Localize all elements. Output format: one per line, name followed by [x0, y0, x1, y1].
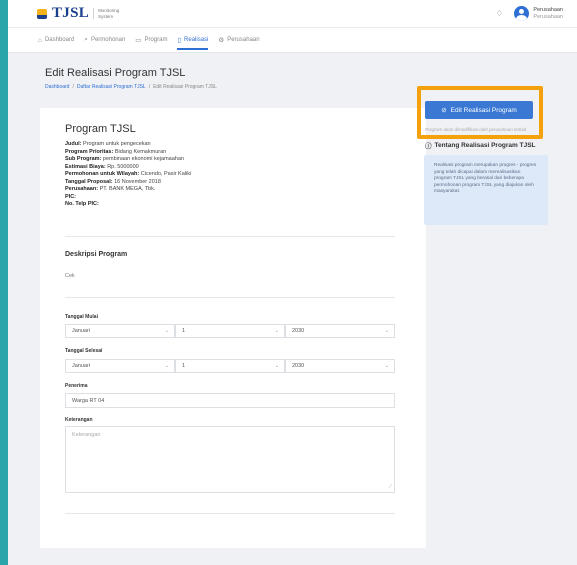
receiver-value: Warga RT 04: [72, 397, 105, 404]
nav-label: Program: [144, 37, 168, 43]
nav-dashboard[interactable]: ⌂ Dashboard: [33, 28, 79, 53]
chevron-down-icon: ⌄: [274, 363, 279, 369]
chevron-down-icon: ⌄: [164, 363, 169, 369]
divider: [65, 297, 395, 298]
end-day-select[interactable]: 1 ⌄: [175, 359, 285, 373]
breadcrumb-dashboard[interactable]: Dashboard: [45, 84, 69, 90]
detail-sub-program: Sub Program: pembinaan ekonomi kejamaaha…: [65, 156, 184, 162]
note-textarea[interactable]: Keterangan ⟋: [65, 426, 395, 493]
start-day-select[interactable]: 1 ⌄: [175, 324, 285, 338]
nav-label: Dashboard: [44, 37, 75, 43]
description-text: Cek: [65, 273, 75, 279]
nav-realisasi[interactable]: ▯ Realisasi: [172, 28, 213, 53]
main-nav: ⌂ Dashboard ⌕ Permohonan ▭ Program ▯ Rea…: [8, 28, 577, 53]
end-date-label: Tanggal Selesai: [65, 348, 103, 354]
divider: [65, 513, 395, 514]
end-day-value: 1: [182, 363, 186, 369]
settings-icon: ⚙: [218, 37, 225, 44]
breadcrumb-separator: /: [72, 84, 74, 90]
nav-label: Permohonan: [90, 37, 126, 43]
resize-handle-icon[interactable]: ⟋: [388, 484, 392, 490]
receiver-input[interactable]: Warga RT 04: [65, 393, 395, 408]
chevron-down-icon: ⌄: [384, 328, 389, 334]
folder-icon: ▭: [135, 37, 142, 44]
about-title: ⓘ Tentang Realisasi Program TJSL: [425, 140, 536, 151]
app-window: TJSL Monitoring System ♢ Perusahaan Peru…: [8, 0, 577, 565]
breadcrumb-current: Edit Realisasi Program TJSL: [153, 84, 217, 90]
nav-perusahaan[interactable]: ⚙ Perusahaan: [213, 28, 264, 53]
detail-estimasi-biaya: Estimasi Biaya: Rp. 5000000: [65, 163, 139, 170]
brand-subtitle: Monitoring System: [93, 8, 123, 19]
program-details: Judul: Program untuk pengecekan Program …: [65, 141, 191, 209]
chevron-down-icon: ⌄: [384, 363, 389, 369]
detail-pic: PIC:: [65, 193, 77, 200]
check-circle-icon: ⊘: [441, 107, 447, 114]
breadcrumb-daftar-realisasi[interactable]: Daftar Realisasi Program TJSL: [77, 84, 146, 90]
document-icon: ▯: [177, 37, 182, 44]
about-title-text: Tentang Realisasi Program TJSL: [434, 141, 536, 149]
divider: [65, 236, 395, 237]
start-month-select[interactable]: Januari ⌄: [65, 324, 175, 338]
bell-icon[interactable]: ♢: [494, 9, 504, 19]
detail-tanggal-proposal: Tanggal Proposal: 16 November 2018: [65, 178, 161, 185]
nav-program[interactable]: ▭ Program: [130, 28, 172, 53]
detail-wilayah: Permohonan untuk Wilayah: Cicendo, Pasir…: [65, 171, 192, 177]
end-month-select[interactable]: Januari ⌄: [65, 359, 175, 373]
logo-icon: [36, 8, 48, 20]
edit-realisasi-button[interactable]: ⊘ Edit Realisasi Program: [425, 101, 533, 119]
end-year-value: 2030: [292, 363, 305, 369]
start-year-select[interactable]: 2030 ⌄: [285, 324, 395, 338]
note-label: Keterangan: [65, 417, 93, 423]
brand-name: TJSL: [52, 5, 90, 21]
chevron-down-icon: ⌄: [274, 328, 279, 334]
top-header: TJSL Monitoring System ♢ Perusahaan Peru…: [8, 0, 577, 28]
chevron-down-icon: ⌄: [164, 328, 169, 334]
start-year-value: 2030: [292, 328, 305, 334]
note-placeholder: Keterangan: [72, 432, 101, 438]
home-icon: ⌂: [38, 36, 42, 44]
end-year-select[interactable]: 2030 ⌄: [285, 359, 395, 373]
nav-label: Perusahaan: [227, 37, 260, 43]
edit-button-label: Edit Realisasi Program: [450, 106, 517, 114]
paperclip-icon: ⌕: [84, 36, 88, 43]
program-card: Program TJSL Judul: Program untuk pengec…: [40, 108, 426, 548]
nav-permohonan[interactable]: ⌕ Permohonan: [79, 28, 130, 53]
page-title: Edit Realisasi Program TJSL: [45, 67, 186, 79]
user-menu[interactable]: Perusahaan Perusahaan: [514, 6, 563, 21]
avatar: [514, 6, 530, 21]
about-info-box: Realisasi program merupakan progres - pr…: [424, 155, 548, 225]
start-month-value: Januari: [72, 328, 91, 334]
detail-program-prioritas: Program Prioritas: Bidang Kemakmuran: [65, 148, 167, 155]
program-title: Program TJSL: [65, 123, 136, 135]
user-name: Perusahaan: [533, 7, 563, 13]
detail-telp-pic: No. Telp PIC:: [65, 201, 99, 207]
brand-logo[interactable]: TJSL Monitoring System: [36, 5, 123, 22]
start-day-value: 1: [182, 328, 186, 334]
end-month-value: Januari: [72, 363, 91, 369]
breadcrumb-separator: /: [148, 84, 151, 90]
breadcrumb: Dashboard / Daftar Realisasi Program TJS…: [45, 84, 217, 90]
info-icon: ⓘ: [425, 143, 432, 150]
detail-perusahaan: Perusahaan: PT. BANK MEGA, Tbk.: [65, 186, 156, 192]
detail-judul: Judul: Program untuk pengecekan: [65, 141, 151, 147]
user-role: Perusahaan: [533, 13, 563, 20]
edit-button-note: Program akan dimodifikasi oleh perusahaa…: [425, 127, 527, 132]
start-date-label: Tanggal Mulai: [65, 314, 98, 320]
description-title: Deskripsi Program: [65, 251, 128, 258]
nav-label: Realisasi: [184, 37, 209, 43]
receiver-label: Penerima: [65, 383, 88, 389]
